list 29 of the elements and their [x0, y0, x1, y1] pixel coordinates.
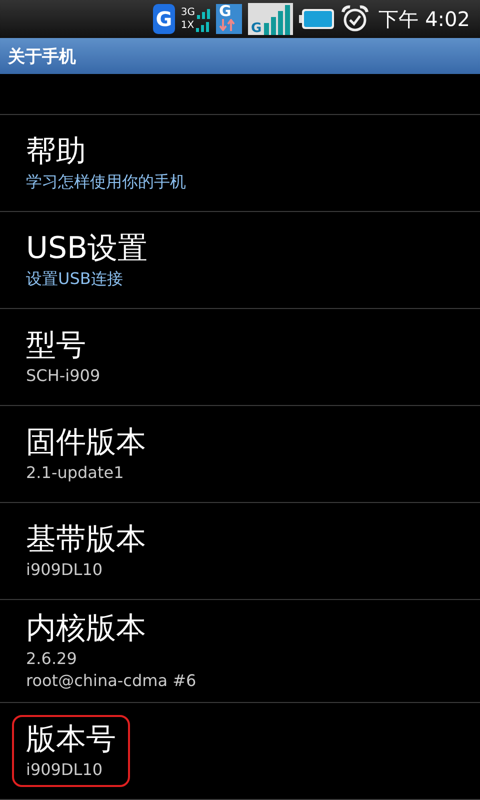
signal-icon: G: [248, 3, 293, 35]
settings-item[interactable]: 帮助 学习怎样使用你的手机: [0, 115, 480, 212]
item-title: 版本号: [26, 721, 116, 759]
screen-title: 关于手机: [8, 46, 76, 68]
item-summary: i909DL10: [26, 759, 104, 781]
item-title: 帮助: [26, 133, 87, 171]
item-summary: root@china-cdma #6: [26, 670, 196, 692]
g-badge-icon: G: [152, 4, 175, 34]
item-summary: SCH-i909: [26, 365, 100, 387]
item-summary: 2.6.29: [26, 648, 78, 670]
item-summary: 学习怎样使用你的手机: [26, 171, 186, 193]
item-title: 型号: [26, 327, 87, 365]
settings-item[interactable]: 固件版本 2.1-update1: [0, 406, 480, 503]
item-summary: 2.1-update1: [26, 462, 125, 484]
battery-icon: [298, 8, 335, 30]
settings-item[interactable]: 基带版本 i909DL10: [0, 503, 480, 600]
item-title: 固件版本: [26, 424, 146, 462]
alarm-clock-icon: [340, 5, 369, 33]
settings-item[interactable]: 内核版本 2.6.29 root@china-cdma #6: [0, 600, 480, 703]
settings-item[interactable]: 型号 SCH-i909: [0, 309, 480, 406]
item-summary: i909DL10: [26, 559, 104, 581]
settings-item[interactable]: USB设置 设置USB连接: [0, 212, 480, 309]
item-summary: 设置USB连接: [26, 268, 124, 290]
item-title: 基带版本: [26, 521, 146, 559]
settings-item[interactable]: 版本号 i909DL10: [0, 703, 480, 800]
data-transfer-icon: G: [216, 4, 242, 34]
item-title: USB设置: [26, 230, 148, 268]
item-title: 内核版本: [26, 610, 147, 648]
clock-time: 下午 4:02: [378, 6, 470, 32]
